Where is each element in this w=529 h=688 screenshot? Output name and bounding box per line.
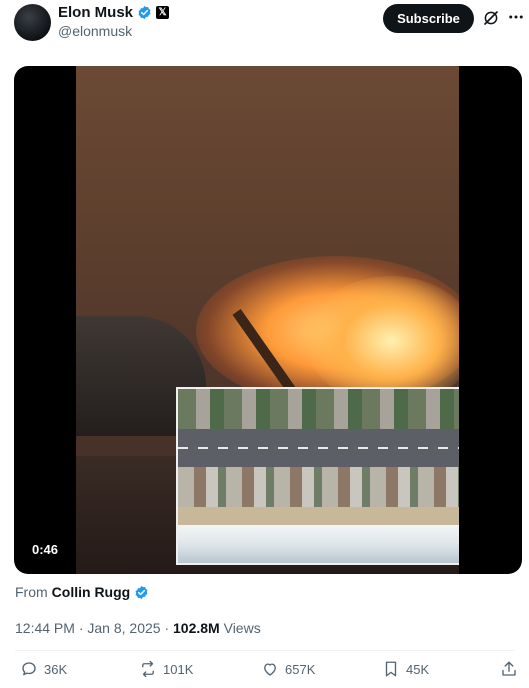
from-label: From [15, 584, 48, 600]
author-name[interactable]: Elon Musk [58, 4, 133, 21]
post-date[interactable]: Jan 8, 2025 [87, 620, 160, 636]
share-button[interactable] [500, 660, 518, 678]
repost-icon [142, 660, 154, 678]
subscribe-button[interactable]: Subscribe [383, 4, 474, 33]
heart-icon [264, 663, 276, 676]
verified-badge-icon [138, 5, 151, 20]
inset-beach-houses [178, 467, 459, 507]
reply-button[interactable]: 36K [20, 660, 67, 678]
inset-lane-marking [178, 447, 459, 449]
post-meta: 12:44 PM · Jan 8, 2025 · 102.8M Views [15, 620, 261, 636]
views-count: 102.8M [173, 620, 220, 636]
x-affiliate-icon: 𝕏 [156, 6, 170, 19]
post-time[interactable]: 12:44 PM [15, 620, 75, 636]
bookmark-icon [385, 661, 397, 677]
action-bar: 36K 101K 657K 45K [0, 660, 529, 688]
bookmark-button[interactable]: 45K [382, 660, 429, 678]
meta-separator: · [78, 620, 84, 636]
like-button[interactable]: 657K [261, 660, 315, 678]
inset-surf [178, 525, 459, 563]
video-duration: 0:46 [26, 540, 65, 559]
bookmark-count: 45K [406, 661, 430, 677]
repost-button[interactable]: 101K [139, 660, 193, 678]
views-label: Views [223, 620, 261, 636]
repost-count: 101K [163, 661, 194, 677]
share-icon [502, 661, 516, 676]
post-header: Elon Musk 𝕏 @elonmusk Subscribe [0, 0, 529, 60]
author-handle[interactable]: @elonmusk [58, 23, 132, 39]
source-attribution: From Collin Rugg [15, 584, 149, 600]
like-count: 657K [285, 661, 316, 677]
inset-houses-row [178, 389, 459, 429]
source-verified-icon [135, 585, 148, 599]
reply-count: 36K [44, 661, 68, 677]
avatar[interactable] [14, 4, 51, 41]
grok-icon[interactable] [482, 9, 500, 27]
meta-separator-2: · [164, 620, 170, 636]
divider [15, 650, 515, 651]
video-thumbnail [76, 66, 459, 574]
more-icon[interactable] [507, 8, 525, 26]
video-player[interactable]: 0:46 [14, 66, 522, 574]
aerial-inset-image [176, 387, 459, 565]
source-name[interactable]: Collin Rugg [52, 584, 131, 600]
reply-icon [22, 662, 36, 676]
author-name-row: Elon Musk 𝕏 [58, 4, 170, 21]
inset-sand [178, 507, 459, 525]
